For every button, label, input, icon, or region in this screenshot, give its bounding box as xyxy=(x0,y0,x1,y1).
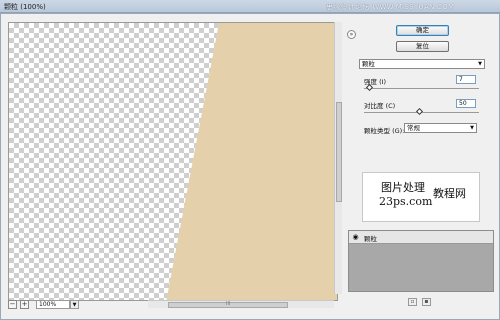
effect-layers-list: ◉ 颗粒 xyxy=(348,230,494,292)
chevron-down-icon: ▼ xyxy=(470,125,474,131)
intensity-input[interactable]: 7 xyxy=(456,75,476,84)
filter-select[interactable]: 颗粒 ▼ xyxy=(359,59,485,69)
layer-actions: ▫ ▪ xyxy=(408,298,434,306)
ok-button[interactable]: 确定 xyxy=(396,25,449,36)
settings-panel: » 确定 复位 颗粒 ▼ 强度 (I) 7 对比度 (C) 50 颗粒类型 (G… xyxy=(344,22,496,312)
watermark: 思缘设计论坛 WWW.MISSYUAN.COM xyxy=(326,3,455,11)
zoom-level-field[interactable]: 100% xyxy=(36,300,70,309)
grain-type-value: 常规 xyxy=(407,124,420,132)
chevron-double-down-icon[interactable]: » xyxy=(347,30,356,39)
contrast-slider-knob[interactable] xyxy=(415,107,424,116)
trash-icon[interactable]: ▪ xyxy=(421,298,431,306)
window-title: 颗粒 (100%) xyxy=(4,3,46,11)
logo-text-2: 23ps.com xyxy=(379,195,433,208)
layer-row[interactable]: ◉ 颗粒 xyxy=(349,231,493,244)
preview-vertical-scrollbar[interactable] xyxy=(334,22,342,294)
chevron-down-icon: ▼ xyxy=(478,61,482,67)
title-bar: 颗粒 (100%) 思缘设计论坛 WWW.MISSYUAN.COM xyxy=(0,0,500,13)
preview-horizontal-scrollbar[interactable]: III xyxy=(148,300,334,308)
logo-text-1: 图片处理 xyxy=(381,181,425,194)
zoom-controls: − + 100% ▼ xyxy=(8,300,148,312)
contrast-input[interactable]: 50 xyxy=(456,99,476,108)
preview-canvas[interactable] xyxy=(8,22,338,301)
eye-icon[interactable]: ◉ xyxy=(351,233,360,242)
grain-type-select[interactable]: 常规 ▼ xyxy=(404,123,477,133)
new-layer-icon[interactable]: ▫ xyxy=(408,298,417,306)
logo-text-cn: 教程网 xyxy=(433,187,466,200)
site-logo: 图片处理 教程网 23ps.com xyxy=(362,172,480,222)
grain-type-label: 颗粒类型 (G): xyxy=(364,127,405,135)
preview-shape xyxy=(166,23,337,300)
contrast-label: 对比度 (C) xyxy=(364,102,396,110)
layer-name: 颗粒 xyxy=(364,235,377,243)
intensity-slider[interactable] xyxy=(364,88,479,89)
preview-image xyxy=(166,23,337,300)
vertical-scroll-thumb[interactable] xyxy=(336,102,342,202)
scroll-grip-icon: III xyxy=(226,301,231,307)
zoom-out-button[interactable]: − xyxy=(8,300,17,309)
reset-button[interactable]: 复位 xyxy=(396,41,449,52)
zoom-in-button[interactable]: + xyxy=(20,300,29,309)
zoom-dropdown-icon[interactable]: ▼ xyxy=(70,300,79,309)
filter-select-value: 颗粒 xyxy=(362,60,375,68)
